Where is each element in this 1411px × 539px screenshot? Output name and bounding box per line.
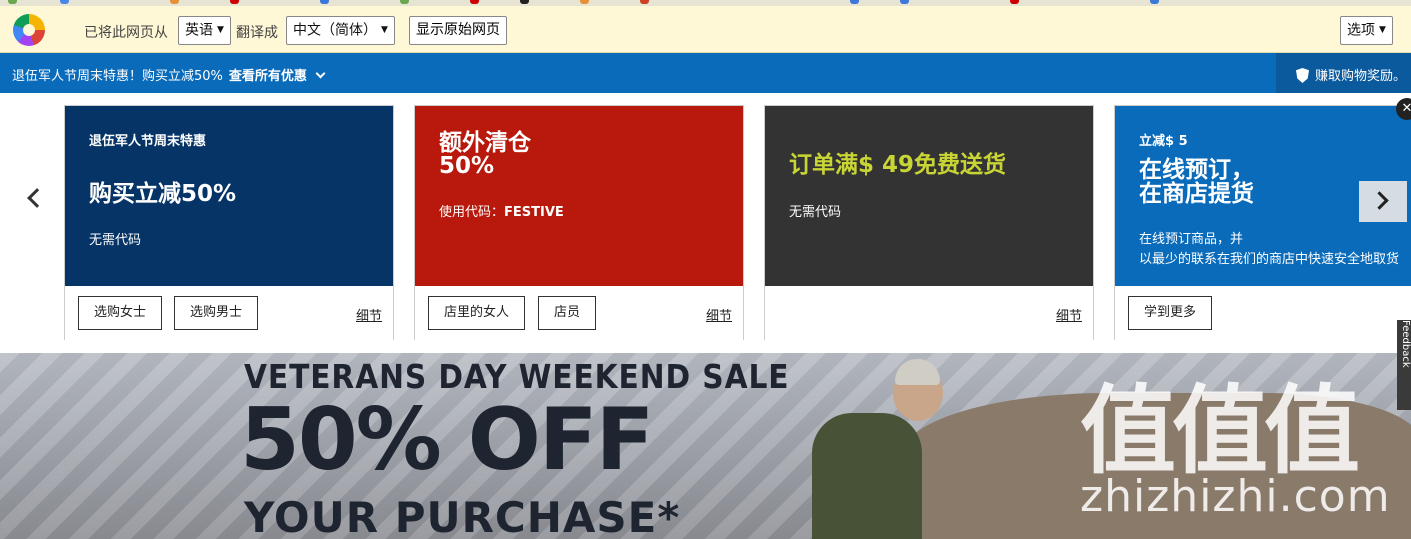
offer-card-clearance: 额外清仓 50% 使用代码：FESTIVE 店里的女人 店员 细节 bbox=[414, 105, 744, 341]
learn-more-button[interactable]: 学到更多 bbox=[1128, 296, 1213, 330]
offer-eyebrow: 立减$ 5 bbox=[1139, 134, 1188, 149]
watermark-url: zhizhizhi.com bbox=[1080, 471, 1391, 522]
offer-card-panel: 退伍军人节周末特惠 购买立减50% 无需代码 bbox=[65, 106, 393, 286]
offer-headline: 购买立减50% bbox=[89, 181, 237, 207]
offer-eyebrow: 退伍军人节周末特惠 bbox=[89, 134, 207, 149]
offer-headline-line2: 50% bbox=[439, 153, 495, 179]
offers-carousel: 退伍军人节周末特惠 购买立减50% 无需代码 选购女士 选购男士 细节 额外清仓… bbox=[0, 93, 1411, 353]
dropdown-caret-icon: ▼ bbox=[381, 25, 388, 35]
offer-card-panel: 订单满$ 49免费送货 无需代码 bbox=[765, 106, 1093, 286]
dropdown-caret-icon: ▼ bbox=[217, 25, 224, 35]
offer-headline-line2: 在商店提货 bbox=[1139, 181, 1254, 207]
dropdown-caret-icon: ▼ bbox=[1379, 25, 1386, 35]
promo-banner: 退伍军人节周末特惠！购买立减50% 查看所有优惠 赚取购物奖励。 bbox=[0, 53, 1411, 93]
offer-note: 无需代码 bbox=[789, 205, 842, 220]
shop-men-button[interactable]: 选购男士 bbox=[174, 296, 259, 330]
translate-bar: 已将此网页从 英语 ▼ 翻译成 中文（简体） ▼ 显示原始网页 选项 ▼ bbox=[0, 6, 1411, 53]
shop-staff-button[interactable]: 店员 bbox=[538, 296, 597, 330]
details-link[interactable]: 细节 bbox=[356, 305, 382, 324]
offer-note-line2: 以最少的联系在我们的商店中快速安全地取货 bbox=[1139, 252, 1400, 267]
browser-logo-icon bbox=[13, 14, 45, 46]
hero-heading-line2: 50% OFF bbox=[240, 390, 654, 490]
carousel-prev-arrow-icon[interactable] bbox=[27, 188, 47, 208]
promo-text: 退伍军人节周末特惠！购买立减50% bbox=[12, 69, 223, 84]
promo-code: FESTIVE bbox=[504, 205, 564, 220]
promo-message: 退伍军人节周末特惠！购买立减50% 查看所有优惠 bbox=[12, 65, 326, 84]
offer-card-panel: 额外清仓 50% 使用代码：FESTIVE bbox=[415, 106, 743, 286]
offer-code-line: 使用代码：FESTIVE bbox=[439, 201, 564, 220]
shop-women-store-button[interactable]: 店里的女人 bbox=[428, 296, 526, 330]
offer-note-line1: 在线预订商品，并 bbox=[1139, 232, 1244, 247]
feedback-tab[interactable]: Feedback bbox=[1397, 320, 1411, 410]
offer-card-veterans: 退伍军人节周末特惠 购买立减50% 无需代码 选购女士 选购男士 细节 bbox=[64, 105, 394, 341]
hero-person-image bbox=[812, 413, 922, 539]
offer-headline: 订单满$ 49免费送货 bbox=[789, 152, 1007, 178]
shield-icon bbox=[1296, 68, 1309, 83]
details-link[interactable]: 细节 bbox=[706, 305, 732, 324]
translate-options-button[interactable]: 选项 ▼ bbox=[1340, 16, 1393, 45]
shop-women-button[interactable]: 选购女士 bbox=[78, 296, 163, 330]
view-all-offers-link[interactable]: 查看所有优惠 bbox=[229, 69, 307, 84]
offer-card-pickup: 立减$ 5 在线预订， 在商店提货 在线预订商品，并 以最少的联系在我们的商店中… bbox=[1114, 105, 1411, 341]
translate-from-label: 已将此网页从 bbox=[84, 25, 168, 41]
hero-banner[interactable]: VETERANS DAY WEEKEND SALE 50% OFF YOUR P… bbox=[0, 353, 1411, 539]
offer-card-actions: 细节 bbox=[765, 286, 1093, 341]
code-label: 使用代码： bbox=[439, 205, 505, 220]
carousel-next-button[interactable] bbox=[1359, 181, 1407, 222]
offer-card-actions: 学到更多 bbox=[1115, 286, 1411, 341]
offer-card-free-shipping: 订单满$ 49免费送货 无需代码 细节 bbox=[764, 105, 1094, 341]
show-original-button[interactable]: 显示原始网页 bbox=[409, 16, 507, 45]
chevron-down-icon[interactable] bbox=[315, 68, 326, 79]
hero-heading-line3: YOUR PURCHASE* bbox=[244, 493, 681, 539]
rewards-label: 赚取购物奖励。 bbox=[1315, 69, 1407, 84]
offer-card-actions: 选购女士 选购男士 细节 bbox=[65, 286, 393, 341]
offer-headline-line1: 在线预订， bbox=[1139, 157, 1254, 183]
close-icon[interactable]: ✕ bbox=[1396, 98, 1411, 120]
details-link[interactable]: 细节 bbox=[1056, 305, 1082, 324]
offer-card-actions: 店里的女人 店员 细节 bbox=[415, 286, 743, 341]
source-language-select[interactable]: 英语 ▼ bbox=[178, 16, 231, 45]
source-language-value: 英语 bbox=[185, 22, 213, 39]
offer-note: 无需代码 bbox=[89, 233, 142, 248]
translate-to-label: 翻译成 bbox=[236, 25, 278, 41]
target-language-select[interactable]: 中文（简体） ▼ bbox=[286, 16, 395, 45]
target-language-value: 中文（简体） bbox=[293, 22, 377, 39]
chevron-right-icon bbox=[1370, 191, 1389, 210]
options-label: 选项 bbox=[1347, 22, 1375, 39]
rewards-link[interactable]: 赚取购物奖励。 bbox=[1276, 53, 1411, 93]
